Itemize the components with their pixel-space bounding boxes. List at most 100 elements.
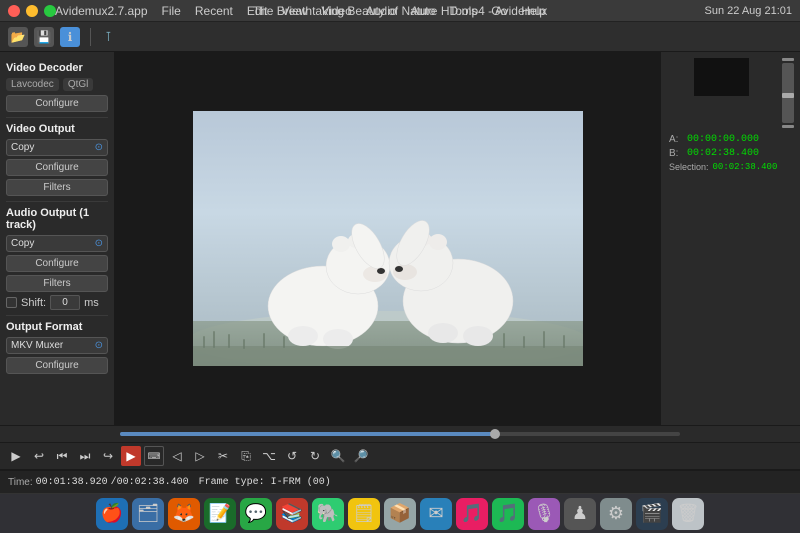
open-icon[interactable]: 📂 xyxy=(8,27,28,47)
dock-podcasts[interactable]: 🎙 xyxy=(528,498,560,530)
prev-frame-button[interactable]: ⏮ xyxy=(52,446,72,466)
menu-view[interactable]: View xyxy=(282,4,308,18)
menu-tools[interactable]: Tools xyxy=(449,4,477,18)
redo-button[interactable]: ↻ xyxy=(305,446,325,466)
video-output-label: Video Output xyxy=(6,123,108,135)
dock-packages[interactable]: 📦 xyxy=(384,498,416,530)
dock: 🍎 🗂 🦊 📝 💬 📚 🐘 🗒 📦 ✉ 🎵 🎵 🎙 ♟ ⚙ 🎬 🗑 xyxy=(0,493,800,533)
dock-finder[interactable]: 🍎 xyxy=(96,498,128,530)
copy-button[interactable]: ⎘ xyxy=(236,446,256,466)
qtgi-tag[interactable]: QtGl xyxy=(63,78,94,91)
audio-output-value: Copy xyxy=(11,238,34,249)
video-output-value: Copy xyxy=(11,142,34,153)
lavcodec-tag[interactable]: Lavcodec xyxy=(6,78,59,91)
mini-preview xyxy=(694,58,749,96)
main-layout: Video Decoder Lavcodec QtGl Configure Vi… xyxy=(0,52,800,425)
timecode-a-label: A: xyxy=(669,134,683,145)
dock-files[interactable]: 🗂 xyxy=(132,498,164,530)
timecode-a-value: 00:00:00.000 xyxy=(687,134,759,145)
timecode-panel: A: 00:00:00.000 B: 00:02:38.400 Selectio… xyxy=(661,128,800,425)
mark-in-button[interactable]: ▶ xyxy=(121,446,141,466)
seekbar-thumb[interactable] xyxy=(490,429,500,439)
play-button[interactable]: ▶ xyxy=(6,446,26,466)
time-value: 00:01:38.920 xyxy=(36,477,108,488)
menu-app[interactable]: Avidemux2.7.app xyxy=(55,4,148,18)
configure-button-2[interactable]: Configure xyxy=(6,159,108,176)
cut-button[interactable]: ✂ xyxy=(213,446,233,466)
video-frame xyxy=(193,111,583,366)
timecode-selection-row: Selection: 00:02:38.400 xyxy=(669,162,792,172)
output-format-value: MKV Muxer xyxy=(11,340,63,351)
traffic-lights xyxy=(8,5,56,17)
seekbar-fill xyxy=(120,432,495,436)
menu-recent[interactable]: Recent xyxy=(195,4,233,18)
slider-thumb xyxy=(782,93,794,98)
next-frame-button[interactable]: ⏭ xyxy=(75,446,95,466)
audio-output-arrow-icon: ⊙ xyxy=(95,238,103,249)
video-decoder-label: Video Decoder xyxy=(6,62,108,74)
video-output-arrow-icon: ⊙ xyxy=(95,142,103,153)
dock-settings[interactable]: ⚙ xyxy=(600,498,632,530)
configure-button-4[interactable]: Configure xyxy=(6,357,108,374)
minimize-button[interactable] xyxy=(26,5,38,17)
video-output-select[interactable]: Copy ⊙ xyxy=(6,139,108,156)
configure-button-1[interactable]: Configure xyxy=(6,95,108,112)
dock-sticky[interactable]: 🗒 xyxy=(348,498,380,530)
keyboard-icon[interactable]: ⌨ xyxy=(144,446,164,466)
video-background xyxy=(193,111,583,366)
dock-chess[interactable]: ♟ xyxy=(564,498,596,530)
timecode-b-label: B: xyxy=(669,148,683,159)
rewind-button[interactable]: ↩ xyxy=(29,446,49,466)
shift-input[interactable] xyxy=(50,295,80,310)
paste-button[interactable]: ⌥ xyxy=(259,446,279,466)
configure-button-3[interactable]: Configure xyxy=(6,255,108,272)
system-clock: Sun 22 Aug 21:01 xyxy=(705,5,792,17)
output-format-select[interactable]: MKV Muxer ⊙ xyxy=(6,337,108,354)
close-button[interactable] xyxy=(8,5,20,17)
marker-a-button[interactable]: ◁ xyxy=(167,446,187,466)
time-label: Time: xyxy=(8,477,33,488)
seekbar-track[interactable] xyxy=(120,432,680,436)
menu-help[interactable]: Help xyxy=(521,4,546,18)
frame-type-status: Frame type: I-FRM (00) xyxy=(199,477,331,488)
dock-messages[interactable]: 💬 xyxy=(240,498,272,530)
vertical-slider[interactable] xyxy=(782,63,794,123)
audio-output-label: Audio Output (1 track) xyxy=(6,207,108,231)
divider-2 xyxy=(6,201,108,202)
dock-notes[interactable]: 📝 xyxy=(204,498,236,530)
dock-mail[interactable]: ✉ xyxy=(420,498,452,530)
menu-file[interactable]: File xyxy=(162,4,181,18)
marker-b-button[interactable]: ▷ xyxy=(190,446,210,466)
shift-checkbox[interactable] xyxy=(6,297,17,308)
menu-go[interactable]: Go xyxy=(491,4,507,18)
main-toolbar: 📂 💾 ℹ ⊺ xyxy=(0,22,800,52)
seekbar-area xyxy=(0,425,800,443)
menu-audio[interactable]: Audio xyxy=(366,4,397,18)
dock-spotify[interactable]: 🎵 xyxy=(492,498,524,530)
fast-forward-button[interactable]: ↪ xyxy=(98,446,118,466)
video-area xyxy=(115,52,660,425)
duration-value: /00:02:38.400 xyxy=(111,477,189,488)
dock-trash[interactable]: 🗑 xyxy=(672,498,704,530)
filter-icon[interactable]: ⊺ xyxy=(105,29,112,45)
about-icon[interactable]: ℹ xyxy=(60,27,80,47)
menu-video[interactable]: Video xyxy=(321,4,351,18)
dock-evernote[interactable]: 🐘 xyxy=(312,498,344,530)
zoom-out-button[interactable]: 🔎 xyxy=(351,446,371,466)
menu-edit[interactable]: Edit xyxy=(247,4,268,18)
dock-stacks[interactable]: 📚 xyxy=(276,498,308,530)
undo-button[interactable]: ↺ xyxy=(282,446,302,466)
dock-clapper[interactable]: 🎬 xyxy=(636,498,668,530)
selection-label: Selection: xyxy=(669,162,709,172)
zoom-in-button[interactable]: 🔍 xyxy=(328,446,348,466)
audio-output-select[interactable]: Copy ⊙ xyxy=(6,235,108,252)
toolbar-separator xyxy=(90,28,91,46)
dock-firefox[interactable]: 🦊 xyxy=(168,498,200,530)
dock-music[interactable]: 🎵 xyxy=(456,498,488,530)
menu-auto[interactable]: Auto xyxy=(411,4,436,18)
shift-row: Shift: ms xyxy=(6,295,108,310)
timecode-a-row: A: 00:00:00.000 xyxy=(669,134,792,145)
filters-button-1[interactable]: Filters xyxy=(6,179,108,196)
save-icon[interactable]: 💾 xyxy=(34,27,54,47)
filters-button-2[interactable]: Filters xyxy=(6,275,108,292)
